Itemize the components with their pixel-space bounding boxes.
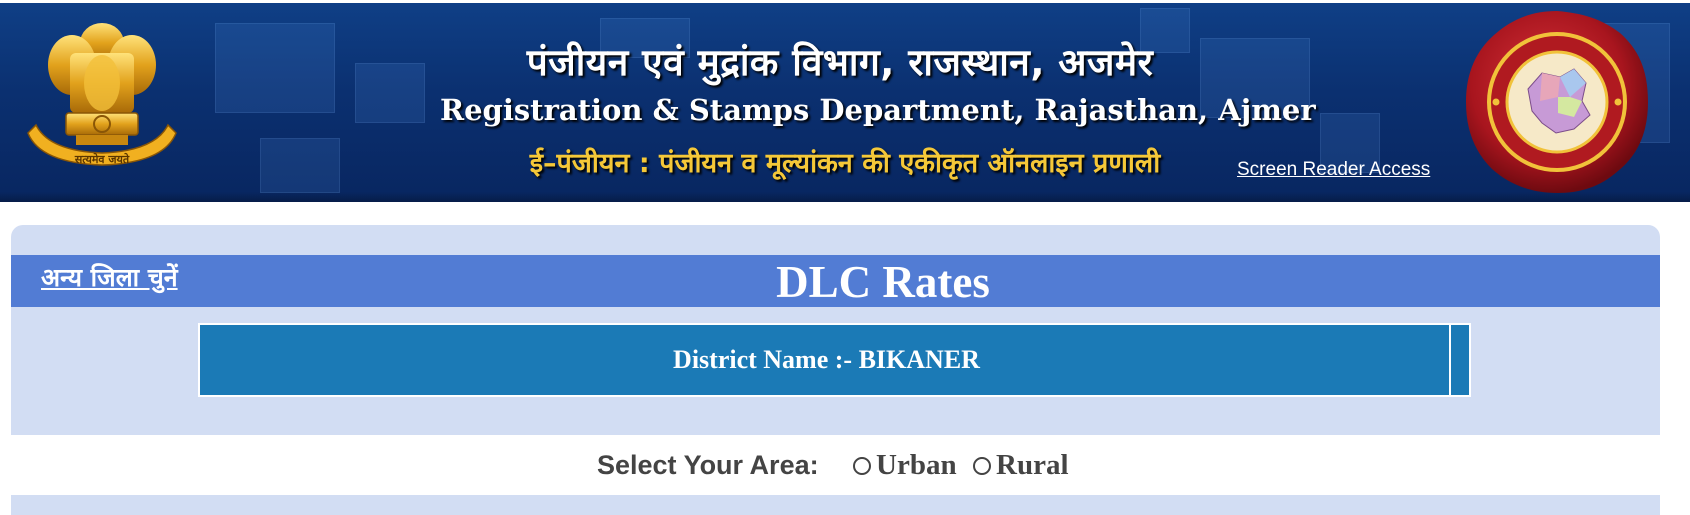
emblem-motto: सत्यमेव जयते bbox=[74, 152, 130, 166]
department-title-english: Registration & Stamps Department, Rajast… bbox=[440, 93, 1316, 127]
page-title: DLC Rates bbox=[776, 257, 990, 307]
banner-decor-tile bbox=[355, 63, 425, 123]
district-box-divider bbox=[1449, 325, 1451, 395]
panel-bottom-band bbox=[11, 495, 1660, 515]
rural-radio-label[interactable]: Rural bbox=[996, 449, 1069, 482]
area-select-label: Select Your Area: bbox=[597, 450, 819, 480]
district-name-box: District Name :- BIKANER bbox=[198, 323, 1471, 397]
urban-radio-label[interactable]: Urban bbox=[876, 449, 957, 482]
banner-decor-tile bbox=[215, 23, 335, 113]
rural-radio-button[interactable] bbox=[973, 456, 991, 475]
banner-decor-tile bbox=[260, 138, 340, 193]
district-name-label: District Name :- BIKANER bbox=[673, 345, 980, 374]
dlc-rates-panel: अन्य जिला चुनें DLC Rates District Name … bbox=[11, 225, 1660, 515]
urban-radio-button[interactable] bbox=[853, 456, 871, 475]
national-emblem-icon: सत्यमेव जयते bbox=[27, 23, 177, 166]
urban-radio-option[interactable]: Urban bbox=[853, 449, 957, 482]
title-bar: अन्य जिला चुनें DLC Rates bbox=[11, 255, 1660, 307]
banner-bottom-shade bbox=[0, 192, 1690, 202]
screen-reader-access-link[interactable]: Screen Reader Access bbox=[1237, 159, 1430, 181]
department-title-hindi: पंजीयन एवं मुद्रांक विभाग, राजस्थान, अजम… bbox=[526, 41, 1154, 84]
site-header: सत्यमेव जयते पंजीयन एवं मुद्रांक विभाग, … bbox=[0, 3, 1690, 202]
portal-subtitle: ई–पंजीयन : पंजीयन व मूल्यांकन की एकीकृत … bbox=[529, 148, 1161, 179]
department-seal-icon bbox=[1466, 11, 1648, 193]
rural-radio-option[interactable]: Rural bbox=[973, 449, 1069, 482]
area-selection-row: Select Your Area: Urban Rural bbox=[11, 435, 1660, 495]
